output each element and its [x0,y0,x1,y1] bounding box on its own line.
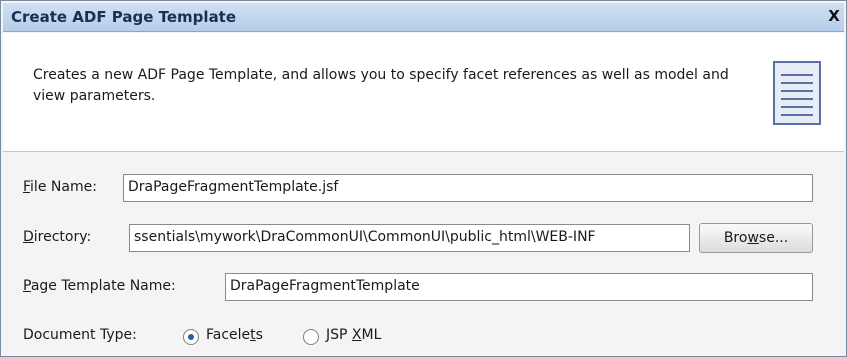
page-template-name-label: Page Template Name: [23,278,176,294]
facelets-label[interactable]: Facelets [206,327,263,343]
dialog-header: Creates a new ADF Page Template, and all… [3,33,844,152]
create-page-template-dialog: Create ADF Page Template X Creates a new… [0,0,847,357]
close-icon[interactable]: X [824,6,844,26]
directory-field[interactable]: ssentials\mywork\DraCommonUI\CommonUI\pu… [129,224,690,252]
browse-text-before: Bro [723,230,748,246]
jsp-xml-text-before: JSP [326,327,352,343]
jsp-xml-label[interactable]: JSP XML [326,327,381,343]
facelets-text-before: Facele [206,327,251,343]
facelets-text-after: s [255,327,263,343]
header-description: Creates a new ADF Page Template, and all… [33,67,729,104]
directory-mnemonic: D [23,229,34,245]
browse-button[interactable]: Browse... [699,223,813,253]
file-name-label-text: ile Name: [30,179,97,195]
file-name-field[interactable]: DraPageFragmentTemplate.jsf [123,174,813,202]
page-template-name-mnemonic: P [23,278,31,294]
document-page-icon [773,61,821,125]
directory-label-text: irectory: [33,229,92,245]
jsp-xml-mnemonic: X [351,327,362,343]
page-template-name-field[interactable]: DraPageFragmentTemplate [225,273,813,301]
jsp-xml-text-after: ML [361,327,382,343]
form-area: File Name: DraPageFragmentTemplate.jsf D… [3,152,844,356]
page-template-name-label-text: age Template Name: [30,278,176,294]
document-type-label: Document Type: [23,327,137,343]
browse-mnemonic: w [747,230,759,246]
file-name-label: File Name: [23,179,97,195]
dialog-title: Create ADF Page Template [11,8,237,26]
file-name-mnemonic: F [23,179,31,195]
jsp-xml-radio[interactable] [303,329,319,345]
directory-label: Directory: [23,229,91,245]
title-bar[interactable]: Create ADF Page Template X [3,3,844,32]
browse-text-after: se... [758,230,789,246]
facelets-radio[interactable] [183,329,199,345]
